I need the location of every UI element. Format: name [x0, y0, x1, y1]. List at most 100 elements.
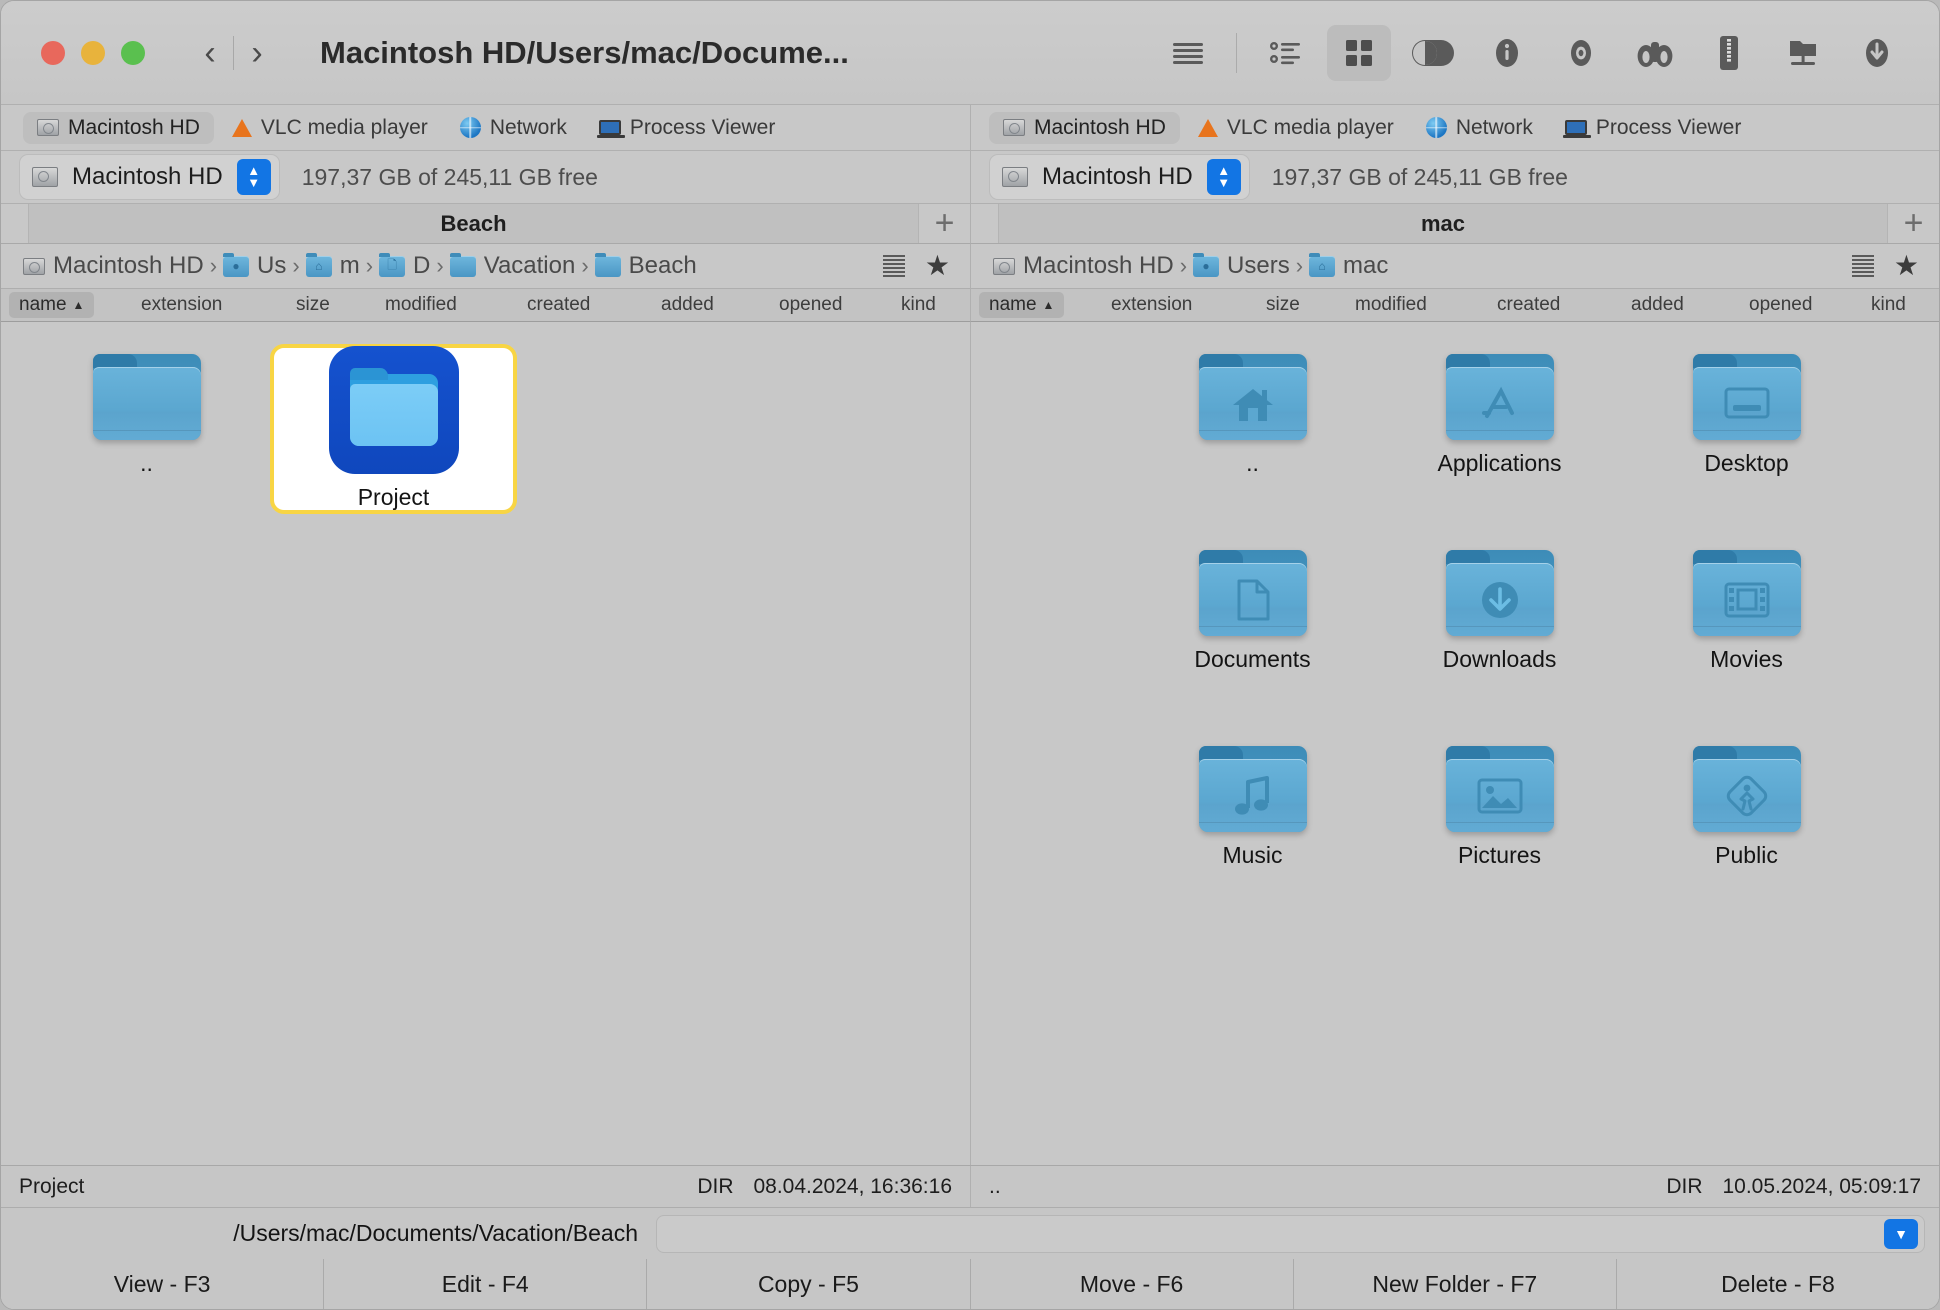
breadcrumb-label: Vacation	[484, 252, 576, 280]
breadcrumb-item-users[interactable]: ● Us	[223, 252, 286, 280]
path-list-icon[interactable]	[883, 255, 905, 277]
minimize-button[interactable]	[81, 41, 105, 65]
back-button[interactable]: ‹	[187, 30, 233, 76]
file-item-desktop[interactable]: Desktop	[1623, 344, 1870, 514]
panel-tab-title-right[interactable]: mac	[999, 204, 1887, 243]
toggle-icon[interactable]	[1401, 25, 1465, 81]
info-icon[interactable]	[1475, 25, 1539, 81]
column-header-name[interactable]: name▲	[979, 292, 1064, 318]
file-item-parent[interactable]: ..	[1129, 344, 1376, 514]
column-header-kind[interactable]: kind	[901, 294, 936, 316]
file-item-applications[interactable]: Applications	[1376, 344, 1623, 514]
archive-icon[interactable]	[1697, 25, 1761, 81]
column-header-extension[interactable]: extension	[141, 294, 222, 316]
drive-tab-vlc-left[interactable]: VLC media player	[218, 112, 442, 144]
breadcrumb-item-users[interactable]: ● Users	[1193, 252, 1290, 280]
network-folder-icon[interactable]	[1771, 25, 1835, 81]
list-view-icon[interactable]	[1156, 25, 1220, 81]
breadcrumb-label: D	[413, 252, 430, 280]
drive-tab-label: Macintosh HD	[1034, 116, 1166, 140]
drive-selector-right[interactable]: Macintosh HD ▲ ▼	[989, 154, 1250, 200]
file-item-downloads[interactable]: Downloads	[1376, 540, 1623, 710]
applications-folder-icon	[1446, 354, 1554, 440]
file-label: Movies	[1710, 646, 1783, 673]
file-item-parent[interactable]: ..	[23, 344, 270, 514]
icon-view-icon[interactable]	[1327, 25, 1391, 81]
file-item-music[interactable]: Music	[1129, 736, 1376, 906]
breadcrumb-item-macintosh-hd[interactable]: Macintosh HD	[23, 252, 204, 280]
drive-stepper-right[interactable]: ▲ ▼	[1207, 159, 1241, 195]
file-item-documents[interactable]: Documents	[1129, 540, 1376, 710]
network-icon	[460, 117, 481, 138]
column-header-added[interactable]: added	[661, 294, 714, 316]
column-header-modified[interactable]: modified	[385, 294, 457, 316]
file-item-pictures[interactable]: Pictures	[1376, 736, 1623, 906]
drive-tab-label: VLC media player	[261, 116, 428, 140]
favorite-star-icon[interactable]: ★	[925, 252, 950, 280]
breadcrumb-item-beach[interactable]: Beach	[595, 252, 697, 280]
column-header-opened[interactable]: opened	[1749, 294, 1812, 316]
breadcrumb-item-vacation[interactable]: Vacation	[450, 252, 576, 280]
column-header-name[interactable]: name▲	[9, 292, 94, 318]
drive-tab-label: VLC media player	[1227, 116, 1394, 140]
close-button[interactable]	[41, 41, 65, 65]
favorite-star-icon[interactable]: ★	[1894, 252, 1919, 280]
drive-tab-macintosh-hd-right[interactable]: Macintosh HD	[989, 112, 1180, 144]
column-header-size[interactable]: size	[296, 294, 330, 316]
file-pane-right[interactable]: .. Applications	[970, 322, 1939, 1165]
download-icon[interactable]	[1845, 25, 1909, 81]
drive-tab-macintosh-hd-left[interactable]: Macintosh HD	[23, 112, 214, 144]
path-list-icon[interactable]	[1852, 255, 1874, 277]
column-header-size[interactable]: size	[1266, 294, 1300, 316]
edit-button[interactable]: Edit - F4	[323, 1259, 646, 1309]
hdd-icon	[1002, 167, 1028, 187]
file-item-project[interactable]: Project	[270, 344, 517, 514]
copy-button[interactable]: Copy - F5	[646, 1259, 969, 1309]
new-tab-button-right[interactable]: +	[1887, 204, 1939, 243]
app-store-glyph-icon	[1479, 385, 1521, 423]
breadcrumb-item-mac[interactable]: ⌂ mac	[1309, 252, 1388, 280]
column-header-extension[interactable]: extension	[1111, 294, 1192, 316]
command-history-dropdown[interactable]: ▼	[1884, 1219, 1918, 1249]
drive-selector-left[interactable]: Macintosh HD ▲ ▼	[19, 154, 280, 200]
new-folder-button[interactable]: New Folder - F7	[1293, 1259, 1616, 1309]
home-folder-icon	[1199, 354, 1307, 440]
document-glyph-icon	[1235, 578, 1271, 622]
zoom-button[interactable]	[121, 41, 145, 65]
file-pane-left[interactable]: .. Project	[1, 322, 970, 1165]
preview-icon[interactable]	[1549, 25, 1613, 81]
column-header-kind[interactable]: kind	[1871, 294, 1906, 316]
drive-tab-vlc-right[interactable]: VLC media player	[1184, 112, 1408, 144]
panel-tab-title-left[interactable]: Beach	[29, 204, 918, 243]
file-grid-left: .. Project	[1, 344, 970, 514]
column-header-modified[interactable]: modified	[1355, 294, 1427, 316]
drive-tab-network-left[interactable]: Network	[446, 112, 581, 144]
drive-tab-process-viewer-left[interactable]: Process Viewer	[585, 112, 790, 144]
breadcrumb-label: Beach	[629, 252, 697, 280]
binoculars-icon[interactable]	[1623, 25, 1687, 81]
command-line-input[interactable]: ▼	[656, 1215, 1925, 1253]
drive-stepper-left[interactable]: ▲ ▼	[237, 159, 271, 195]
breadcrumb-item-home[interactable]: ⌂ m	[306, 252, 360, 280]
column-header-created[interactable]: created	[527, 294, 590, 316]
forward-button[interactable]: ›	[234, 30, 280, 76]
view-button[interactable]: View - F3	[1, 1259, 323, 1309]
breadcrumb-item-documents[interactable]: 🗋 D	[379, 252, 430, 280]
column-header-added[interactable]: added	[1631, 294, 1684, 316]
breadcrumb-item-macintosh-hd[interactable]: Macintosh HD	[993, 252, 1174, 280]
panel-tab-bar: Beach + mac +	[1, 204, 1939, 244]
breadcrumb: Macintosh HD › ● Us › ⌂ m › 🗋 D ›	[1, 252, 863, 280]
detail-view-icon[interactable]	[1253, 25, 1317, 81]
chevron-right-icon: ›	[1180, 253, 1187, 279]
file-item-public[interactable]: Public	[1623, 736, 1870, 906]
column-header-created[interactable]: created	[1497, 294, 1560, 316]
move-button[interactable]: Move - F6	[970, 1259, 1293, 1309]
new-tab-button-left[interactable]: +	[918, 204, 970, 243]
breadcrumb-actions-right: ★	[1832, 252, 1939, 280]
delete-button[interactable]: Delete - F8	[1616, 1259, 1939, 1309]
file-item-movies[interactable]: Movies	[1623, 540, 1870, 710]
drive-tab-process-viewer-right[interactable]: Process Viewer	[1551, 112, 1756, 144]
column-header-opened[interactable]: opened	[779, 294, 842, 316]
drive-tab-network-right[interactable]: Network	[1412, 112, 1547, 144]
drive-info-left: Macintosh HD ▲ ▼ 197,37 GB of 245,11 GB …	[1, 151, 970, 203]
